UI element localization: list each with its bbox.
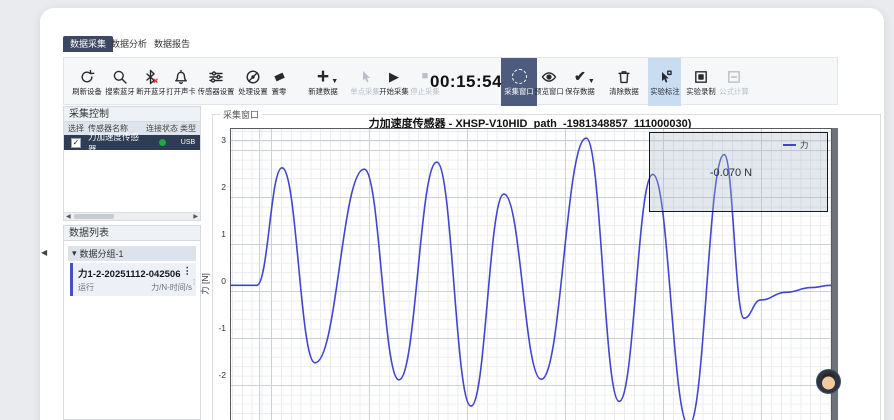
avatar-face-icon [817,370,840,393]
button-label: 清除数据 [609,88,638,95]
disconnect-bluetooth-button[interactable]: 断开蓝牙 [134,58,168,106]
ytick-2: 2 [204,182,226,192]
data-group-row[interactable]: ▾ 数据分组-1 [68,246,196,261]
dropdown-caret-icon: ▼ [588,78,595,85]
group-collapse-icon[interactable]: ▾ [72,248,77,259]
scroll-left-icon[interactable]: ◀ [66,213,71,220]
button-label: 刷新设备 [72,88,101,95]
open-soundcard-button[interactable]: 打开声卡 [164,58,198,106]
button-label: 采集窗口 [504,88,533,95]
bell-icon [173,68,189,85]
tab-data-report[interactable]: 数据报告 [147,36,197,52]
sensor-type: USB [178,139,198,146]
scroll-right-icon[interactable]: ▶ [193,213,198,220]
button-label: 实验标注 [650,88,679,95]
formula-square-icon [726,68,742,85]
toolbar: 刷新设备 搜索蓝牙 断开蓝牙 打开声卡 传感器设置 处理设置 置零 +▼ 新建数 [63,57,838,105]
stop-icon: ■ [422,68,429,85]
clear-data-button[interactable]: 清除数据 [606,58,642,106]
sensor-row[interactable]: ✓ 力加速度传感器 USB [64,135,200,150]
play-icon: ▶ [389,68,399,85]
button-label: 置零 [272,88,287,95]
annotate-pointer-icon [657,68,673,85]
sensor-settings-button[interactable]: 传感器设置 [194,58,238,106]
sensor-settings-icon [208,68,224,85]
ytick-1: 1 [204,229,226,239]
capture-control-header: 采集控制 [63,106,201,122]
bluetooth-off-icon [143,68,159,85]
timer-display: 00:15:54 [430,58,496,106]
sensor-name: 力加速度传感器 [88,131,146,155]
ytick-3: 3 [204,135,226,145]
record-frame-icon [693,68,709,85]
eye-icon [541,68,557,85]
chart-legend: 力 [783,139,809,151]
horizontal-scrollbar[interactable]: ◀ ▶ [64,212,200,220]
button-label: 公式计算 [719,88,748,95]
sensor-checkbox[interactable]: ✓ [71,138,81,148]
button-label: 新建数据 [308,88,337,95]
list-scroll-dots[interactable]: ⁞ [193,281,195,285]
app-window: 数据采集 数据分析 数据报告 刷新设备 搜索蓝牙 断开蓝牙 打开声卡 传感器设置… [0,0,894,420]
ytick-neg1: -1 [204,323,226,333]
button-label: 传感器设置 [198,88,235,95]
search-bluetooth-button[interactable]: 搜索蓝牙 [103,58,137,106]
formula-calc-button: 公式计算 [717,58,751,106]
data-list-header: 数据列表 [63,225,201,241]
legend-line-swatch [783,144,796,146]
button-label: 断开蓝牙 [136,88,165,95]
scrollbar-thumb[interactable] [74,214,114,219]
save-data-button[interactable]: ✔▼ 保存数据 [562,58,598,106]
col-select: 选择 [64,123,88,134]
item-menu-icon[interactable]: ⋮ [183,266,193,280]
hand-pointer-icon [357,68,373,85]
start-capture-button[interactable]: ▶ 开始采集 [377,58,411,106]
col-status: 连接状态 [146,123,178,134]
dashed-circle-icon [512,68,527,85]
value-annotation: -0.070 N [671,167,791,179]
group-label: 数据分组-1 [80,247,124,260]
button-label: 实验录制 [686,88,715,95]
legend-label: 力 [800,139,809,151]
button-label: 打开声卡 [166,88,195,95]
annotate-button[interactable]: 实验标注 [648,58,681,106]
zero-set-button[interactable]: 置零 [264,58,294,106]
ytick-neg2: -2 [204,370,226,380]
y-axis-label: 力 [N] [199,262,211,306]
dropdown-caret-icon: ▼ [331,78,338,85]
data-list-panel: ▾ 数据分组-1 力1-2-20251112-042506 ⋮ 运行 力/N-时… [63,241,201,420]
compass-icon [245,68,261,85]
chart-plot-area[interactable]: -0.070 N 力 [230,128,832,420]
plus-icon: +▼ [317,68,329,85]
col-type: 类型 [178,123,198,134]
new-data-button[interactable]: +▼ 新建数据 [304,58,342,106]
button-label: 预览窗口 [534,88,563,95]
refresh-device-button[interactable]: 刷新设备 [70,58,104,106]
data-list-item[interactable]: 力1-2-20251112-042506 ⋮ 运行 力/N-时间/s [70,263,196,296]
button-label: 开始采集 [379,88,408,95]
refresh-icon [79,68,95,85]
sidebar-collapse-handle[interactable]: ◀ [41,248,47,257]
search-icon [112,68,128,85]
trash-icon [616,68,632,85]
eraser-icon [271,68,287,85]
button-label: 搜索蓝牙 [105,88,134,95]
button-label: 单点采集 [350,88,379,95]
assistant-avatar-button[interactable] [816,369,841,394]
data-item-status: 运行 [78,282,94,293]
check-icon: ✔▼ [574,68,586,85]
status-dot-connected [159,139,166,146]
data-item-axes: 力/N-时间/s [151,282,192,293]
experiment-record-button[interactable]: 实验录制 [684,58,718,106]
button-label: 保存数据 [565,88,594,95]
sensor-table: 选择 传感器名称 连接状态 类型 ✓ 力加速度传感器 USB ◀ ▶ [63,122,201,221]
data-item-name: 力1-2-20251112-042506 [78,266,180,280]
